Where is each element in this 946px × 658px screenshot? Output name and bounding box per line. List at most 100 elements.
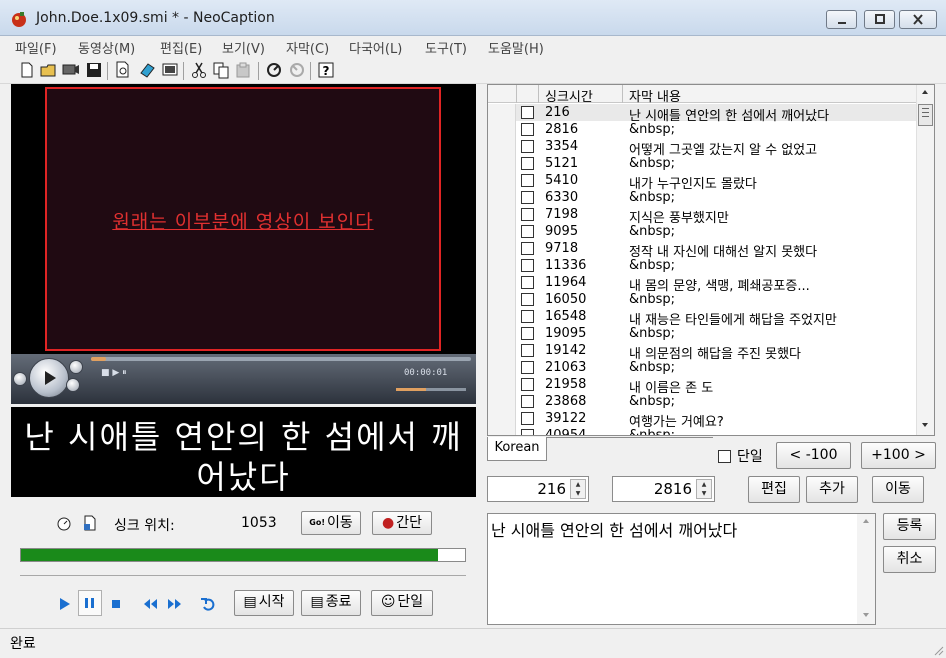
print-preview-icon[interactable]: [114, 61, 132, 79]
minus-100-button[interactable]: < -100: [776, 442, 851, 469]
rewind-icon[interactable]: [142, 596, 160, 612]
tab-korean[interactable]: Korean: [487, 437, 547, 461]
row-checkbox[interactable]: [521, 378, 534, 391]
start-time-spinner[interactable]: 216 ▲ ▼: [487, 476, 589, 502]
minimize-button[interactable]: [826, 10, 857, 29]
row-checkbox[interactable]: [521, 225, 534, 238]
list-scrollbar[interactable]: [916, 85, 934, 435]
spin-up-icon[interactable]: ▲: [697, 480, 711, 489]
row-checkbox[interactable]: [521, 259, 534, 272]
spin-down-icon[interactable]: ▼: [571, 489, 585, 498]
add-button[interactable]: 추가: [806, 476, 858, 503]
editor-scrollbar[interactable]: [857, 514, 875, 624]
next-icon[interactable]: [69, 360, 83, 374]
resize-grip-icon[interactable]: [932, 644, 944, 656]
menu-view[interactable]: 보기(V): [222, 38, 265, 57]
subtitle-row[interactable]: 9095 &nbsp;: [488, 223, 916, 240]
copy-icon[interactable]: [212, 61, 230, 79]
scroll-thumb[interactable]: [918, 104, 933, 126]
end-button[interactable]: ▤ 종료: [301, 590, 361, 616]
start-button[interactable]: ▤ 시작: [234, 590, 294, 616]
sync-move-button[interactable]: Go! 이동: [301, 511, 361, 535]
start-time-arrows[interactable]: ▲ ▼: [570, 479, 586, 499]
cancel-button[interactable]: 취소: [883, 546, 936, 573]
prev-icon[interactable]: [13, 372, 27, 386]
play-icon[interactable]: [56, 596, 74, 612]
play-button[interactable]: [29, 358, 69, 398]
spin-down-icon[interactable]: ▼: [697, 489, 711, 498]
row-checkbox[interactable]: [521, 157, 534, 170]
close-button[interactable]: [899, 10, 937, 29]
subtitle-row[interactable]: 21958 내 이름은 존 도: [488, 376, 916, 396]
row-checkbox[interactable]: [521, 395, 534, 408]
subtitle-editor-text[interactable]: 난 시애틀 연안의 한 섬에서 깨어났다: [491, 517, 737, 541]
row-checkbox[interactable]: [521, 191, 534, 204]
gap-button[interactable]: ● 간단: [372, 511, 432, 535]
subtitle-row[interactable]: 19142 내 의문점의 해답을 주진 못했다: [488, 342, 916, 362]
screen-icon[interactable]: [161, 61, 179, 79]
end-time-arrows[interactable]: ▲ ▼: [696, 479, 712, 499]
repeat-icon[interactable]: [200, 596, 218, 612]
undo-icon[interactable]: [265, 61, 283, 79]
menu-edit[interactable]: 편집(E): [160, 38, 202, 57]
subtitle-row[interactable]: 11336 &nbsp;: [488, 257, 916, 274]
menu-help[interactable]: 도움말(H): [488, 38, 544, 57]
subtitle-row[interactable]: 40954 &nbsp;: [488, 427, 916, 435]
help-icon[interactable]: ?: [317, 61, 335, 79]
subtitle-row[interactable]: 21063 &nbsp;: [488, 359, 916, 376]
menu-tools[interactable]: 도구(T): [425, 38, 467, 57]
scroll-up-icon[interactable]: [857, 514, 875, 528]
row-checkbox[interactable]: [521, 429, 534, 435]
menu-subtitle[interactable]: 자막(C): [286, 38, 329, 57]
row-checkbox[interactable]: [521, 276, 534, 289]
scroll-up-icon[interactable]: [917, 85, 933, 99]
subtitle-row[interactable]: 2816 &nbsp;: [488, 121, 916, 138]
row-checkbox[interactable]: [521, 140, 534, 153]
row-checkbox[interactable]: [521, 327, 534, 340]
subtitle-row[interactable]: 11964 내 몸의 문양, 색맹, 폐쇄공포증...: [488, 274, 916, 294]
scroll-down-icon[interactable]: [857, 608, 875, 622]
stop-icon[interactable]: [66, 378, 80, 392]
row-checkbox[interactable]: [521, 123, 534, 136]
seek-bar[interactable]: [91, 357, 471, 361]
stop-icon[interactable]: [108, 596, 126, 612]
cut-icon[interactable]: [190, 61, 208, 79]
row-checkbox[interactable]: [521, 344, 534, 357]
open-video-icon[interactable]: [62, 61, 80, 79]
scroll-down-icon[interactable]: [917, 418, 933, 432]
subtitle-row[interactable]: 5410 내가 누구인지도 몰랐다: [488, 172, 916, 192]
subtitle-row[interactable]: 16548 내 재능은 타인들에게 해답을 주었지만: [488, 308, 916, 328]
eraser-icon[interactable]: [138, 61, 156, 79]
single-checkbox-box[interactable]: [718, 450, 731, 463]
save-icon[interactable]: [85, 61, 103, 79]
row-checkbox[interactable]: [521, 310, 534, 323]
subtitle-row[interactable]: 7198 지식은 풍부했지만: [488, 206, 916, 226]
subtitle-row[interactable]: 16050 &nbsp;: [488, 291, 916, 308]
maximize-button[interactable]: [864, 10, 895, 29]
row-checkbox[interactable]: [521, 242, 534, 255]
subtitle-row[interactable]: 5121 &nbsp;: [488, 155, 916, 172]
row-checkbox[interactable]: [521, 412, 534, 425]
single-play-button[interactable]: ☺ 단일: [371, 590, 433, 616]
subtitle-row[interactable]: 3354 어떻게 그곳엘 갔는지 알 수 없었고: [488, 138, 916, 158]
menu-multilang[interactable]: 다국어(L): [349, 38, 402, 57]
plus-100-button[interactable]: +100 >: [861, 442, 936, 469]
subtitle-row[interactable]: 19095 &nbsp;: [488, 325, 916, 342]
pause-button[interactable]: [78, 590, 102, 616]
row-checkbox[interactable]: [521, 174, 534, 187]
open-folder-icon[interactable]: [40, 61, 58, 79]
register-button[interactable]: 등록: [883, 513, 936, 540]
row-checkbox[interactable]: [521, 208, 534, 221]
row-checkbox[interactable]: [521, 361, 534, 374]
volume-slider[interactable]: [396, 388, 466, 391]
single-checkbox[interactable]: 단일: [718, 446, 763, 466]
subtitle-row[interactable]: 23868 &nbsp;: [488, 393, 916, 410]
row-checkbox[interactable]: [521, 293, 534, 306]
header-subtitle-text[interactable]: 자막 내용: [629, 86, 681, 105]
menu-file[interactable]: 파일(F): [15, 38, 57, 57]
move-button[interactable]: 이동: [872, 476, 924, 503]
subtitle-row[interactable]: 9718 정작 내 자신에 대해선 알지 못했다: [488, 240, 916, 260]
end-time-spinner[interactable]: 2816 ▲ ▼: [612, 476, 715, 502]
new-file-icon[interactable]: [18, 61, 36, 79]
edit-button[interactable]: 편집: [748, 476, 800, 503]
